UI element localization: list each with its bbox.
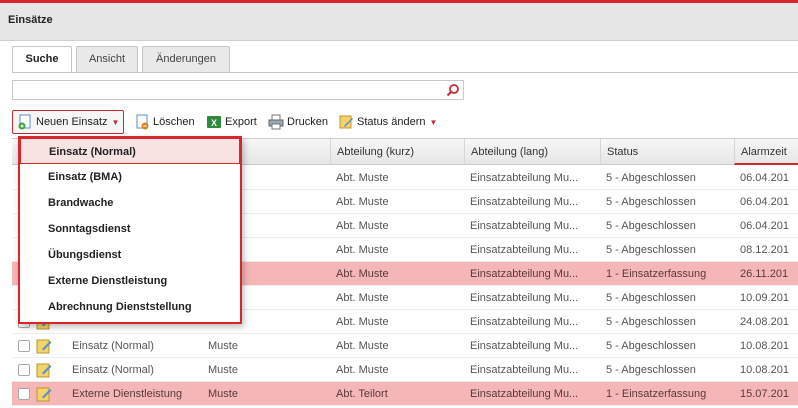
cell-org: Muste (208, 388, 238, 400)
cell-alarm: 24.08.201 (740, 316, 789, 328)
cell-alarm: 10.09.201 (740, 292, 789, 304)
menu-item-einsatz-bma[interactable]: Einsatz (BMA) (20, 164, 240, 190)
edit-icon[interactable] (36, 338, 52, 354)
menu-item-sonntagsdienst[interactable]: Sonntagsdienst (20, 216, 240, 242)
cell-abt-kurz: Abt. Muste (336, 268, 389, 280)
search-icon[interactable] (441, 80, 465, 100)
status-change-label: Status ändern (357, 116, 426, 128)
cell-type: Externe Dienstleistung (72, 388, 183, 400)
status-change-button[interactable]: Status ändern ▼ (338, 110, 437, 134)
search-input[interactable] (12, 80, 464, 100)
cell-type: Einsatz (Normal) (72, 364, 154, 376)
column-header-alarmzeit[interactable]: Alarmzeit (734, 139, 798, 165)
cell-abt-kurz: Abt. Muste (336, 244, 389, 256)
cell-abt-kurz: Abt. Muste (336, 340, 389, 352)
cell-alarm: 15.07.201 (740, 388, 789, 400)
cell-abt-lang: Einsatzabteilung Mu... (470, 244, 579, 256)
table-row[interactable]: Einsatz (Normal) Muste Abt. Muste Einsatzab… (12, 334, 798, 358)
cell-abt-lang: Einsatzabteilung Mu... (470, 292, 579, 304)
chevron-down-icon: ▼ (111, 117, 120, 127)
table-row[interactable]: Externe Dienstleistung Muste Abt. Teilort E… (12, 382, 798, 406)
cell-abt-lang: Einsatzabteilung Mu... (470, 172, 579, 184)
row-checkbox[interactable] (18, 364, 30, 376)
tab-divider (12, 72, 798, 73)
column-header-abteilung-lang[interactable]: Abteilung (lang) (464, 139, 600, 165)
cell-abt-kurz: Abt. Muste (336, 220, 389, 232)
menu-item-uebungsdienst[interactable]: Übungsdienst (20, 242, 240, 268)
tab-suche[interactable]: Suche (12, 46, 72, 73)
svg-text:X: X (211, 118, 217, 128)
delete-document-icon (134, 114, 150, 130)
column-header-status[interactable]: Status (600, 139, 734, 165)
cell-abt-lang: Einsatzabteilung Mu... (470, 220, 579, 232)
table-row[interactable]: Einsatz (Normal) Muste Abt. Muste Einsatzab… (12, 358, 798, 382)
edit-status-icon (338, 114, 354, 130)
panel-title: Einsätze (8, 14, 53, 26)
cell-alarm: 10.08.201 (740, 340, 789, 352)
cell-alarm: 08.12.201 (740, 244, 789, 256)
cell-abt-kurz: Abt. Muste (336, 316, 389, 328)
cell-abt-kurz: Abt. Muste (336, 364, 389, 376)
cell-abt-kurz: Abt. Muste (336, 292, 389, 304)
export-label: Export (225, 116, 257, 128)
cell-abt-lang: Einsatzabteilung Mu... (470, 316, 579, 328)
menu-item-externe-dienstleistung[interactable]: Externe Dienstleistung (20, 268, 240, 294)
column-header-abteilung-kurz[interactable]: Abteilung (kurz) (330, 139, 464, 165)
cell-abt-kurz: Abt. Muste (336, 196, 389, 208)
cell-status: 5 - Abgeschlossen (606, 220, 696, 232)
cell-alarm: 06.04.201 (740, 196, 789, 208)
new-einsatz-menu: Einsatz (Normal) Einsatz (BMA) Brandwach… (18, 136, 242, 324)
cell-status: 5 - Abgeschlossen (606, 364, 696, 376)
cell-status: 5 - Abgeschlossen (606, 196, 696, 208)
edit-icon[interactable] (36, 386, 52, 402)
cell-alarm: 06.04.201 (740, 172, 789, 184)
cell-status: 5 - Abgeschlossen (606, 244, 696, 256)
cell-abt-kurz: Abt. Teilort (336, 388, 388, 400)
cell-status: 5 - Abgeschlossen (606, 292, 696, 304)
menu-item-brandwache[interactable]: Brandwache (20, 190, 240, 216)
cell-org: Muste (208, 364, 238, 376)
cell-abt-kurz: Abt. Muste (336, 172, 389, 184)
menu-item-einsatz-normal[interactable]: Einsatz (Normal) (20, 138, 240, 164)
cell-alarm: 26.11.201 (740, 268, 789, 280)
cell-abt-lang: Einsatzabteilung Mu... (470, 196, 579, 208)
menu-item-abrechnung-dienststellung[interactable]: Abrechnung Dienststellung (20, 294, 240, 320)
export-button[interactable]: X Export (206, 110, 257, 134)
row-checkbox[interactable] (18, 340, 30, 352)
row-checkbox[interactable] (18, 388, 30, 400)
cell-status: 5 - Abgeschlossen (606, 340, 696, 352)
cell-org: Muste (208, 340, 238, 352)
cell-type: Einsatz (Normal) (72, 340, 154, 352)
edit-icon[interactable] (36, 362, 52, 378)
tab-ansicht[interactable]: Ansicht (76, 46, 138, 72)
chevron-down-icon: ▼ (429, 117, 438, 127)
cell-abt-lang: Einsatzabteilung Mu... (470, 268, 579, 280)
print-label: Drucken (287, 116, 328, 128)
panel-header: Einsätze (0, 3, 798, 41)
print-button[interactable]: Drucken (268, 110, 328, 134)
cell-status: 5 - Abgeschlossen (606, 316, 696, 328)
new-document-icon (17, 114, 33, 130)
cell-status: 1 - Einsatzerfassung (606, 388, 707, 400)
excel-icon: X (206, 114, 222, 130)
einsaetze-panel: Einsätze Suche Ansicht Änderungen Neuen … (0, 0, 798, 408)
cell-alarm: 10.08.201 (740, 364, 789, 376)
delete-label: Löschen (153, 116, 195, 128)
cell-status: 5 - Abgeschlossen (606, 172, 696, 184)
cell-status: 1 - Einsatzerfassung (606, 268, 707, 280)
new-einsatz-label: Neuen Einsatz (36, 116, 108, 128)
new-einsatz-button[interactable]: Neuen Einsatz ▼ (12, 110, 125, 134)
cell-alarm: 06.04.201 (740, 220, 789, 232)
cell-abt-lang: Einsatzabteilung Mu... (470, 340, 579, 352)
cell-abt-lang: Einsatzabteilung Mu... (470, 364, 579, 376)
delete-button[interactable]: Löschen (134, 110, 195, 134)
cell-abt-lang: Einsatzabteilung Mu... (470, 388, 579, 400)
tab-aenderungen[interactable]: Änderungen (142, 46, 230, 72)
printer-icon (268, 114, 284, 130)
